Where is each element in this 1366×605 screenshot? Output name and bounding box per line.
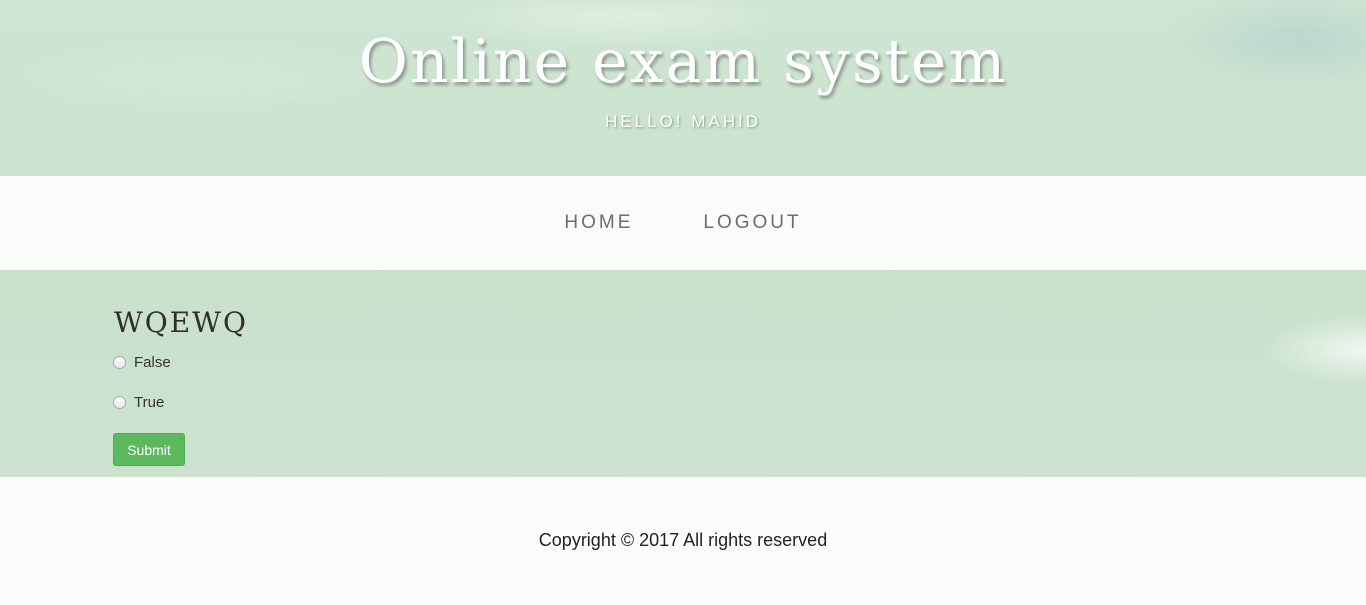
site-header: Online exam system HELLO! MAHID — [0, 0, 1366, 176]
nav-logout-link[interactable]: LOGOUT — [703, 212, 801, 234]
submit-button[interactable]: Submit — [113, 433, 185, 466]
radio-false[interactable] — [113, 356, 126, 369]
main-nav: HOME LOGOUT — [0, 176, 1366, 270]
site-title: Online exam system — [358, 27, 1008, 97]
user-greeting: HELLO! MAHID — [605, 112, 761, 131]
option-true[interactable]: True — [113, 394, 164, 411]
radio-true[interactable] — [113, 396, 126, 409]
question-title: WQEWQ — [114, 306, 248, 339]
option-true-label: True — [134, 394, 165, 411]
site-footer: Copyright © 2017 All rights reserved — [0, 477, 1366, 605]
nav-home-link[interactable]: HOME — [564, 212, 633, 234]
option-false-label: False — [134, 354, 171, 371]
option-false[interactable]: False — [113, 354, 171, 371]
question-panel: WQEWQ False True Submit — [0, 270, 1366, 477]
copyright-text: Copyright © 2017 All rights reserved — [538, 530, 828, 550]
